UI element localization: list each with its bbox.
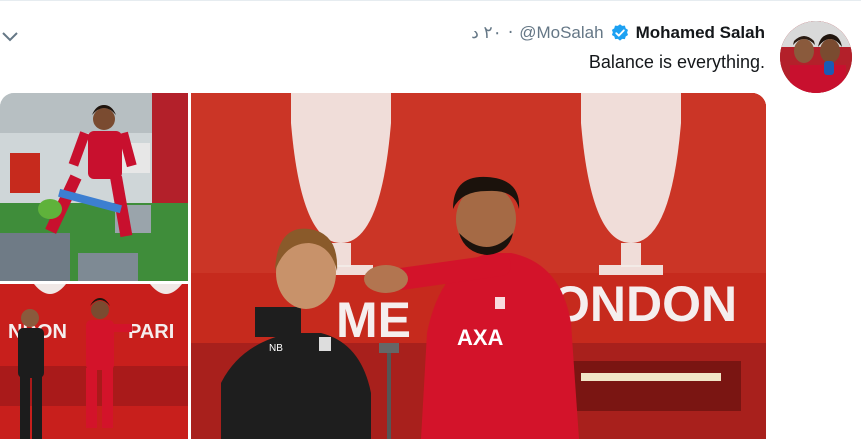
training-photo-coach-and-player[interactable]: NDON PARI (0, 284, 188, 439)
author-handle[interactable]: @MoSalah (519, 23, 603, 43)
tweet-timestamp[interactable]: ٢٠ د (471, 23, 502, 43)
training-photo-main-dance[interactable]: ME ONDON NB AXA (191, 93, 766, 439)
banner-text-me: ME (336, 292, 411, 348)
tweet-header: ٢٠ د · @MoSalah Mohamed Salah (471, 22, 765, 44)
chevron-down-icon[interactable] (0, 26, 20, 46)
banner-text-london-main: ONDON (551, 276, 737, 332)
banner-text-paris: PARI (128, 321, 174, 343)
tweet-media-grid: NDON PARI ME ONDON (0, 93, 766, 439)
verified-badge-icon (610, 23, 630, 43)
training-photo-balance-board[interactable] (0, 93, 188, 281)
tweet-text: Balance is everything. (588, 52, 765, 72)
top-divider (0, 0, 861, 1)
svg-text:NB: NB (269, 343, 283, 354)
author-name[interactable]: Mohamed Salah (636, 23, 765, 43)
separator-dot: · (507, 23, 514, 43)
svg-text:AXA: AXA (457, 325, 504, 350)
avatar[interactable] (780, 21, 852, 93)
